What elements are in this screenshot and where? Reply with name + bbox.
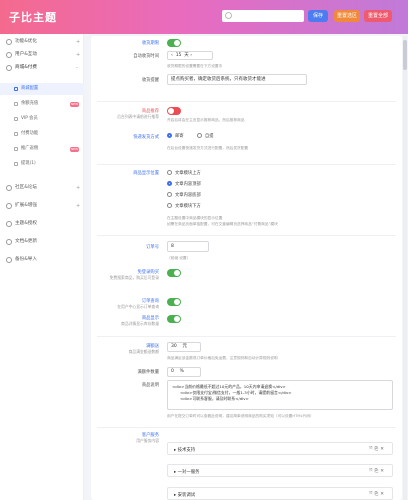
service-title: ▸ 安装调试 (174, 492, 196, 498)
free-shipping-hint: 商品满金额送数额 (128, 349, 159, 354)
shipping-method-label: 快递发货方式 (133, 135, 159, 140)
cart-icon (6, 65, 12, 71)
search-input[interactable] (222, 10, 304, 22)
service-title: ▸ 技术支持 (174, 447, 196, 453)
coin-icon (14, 132, 18, 136)
order-number-desc: （前缀 设置） (167, 256, 191, 260)
stock-display-toggle[interactable] (167, 315, 181, 323)
top-bar: 子比主题 保存 重置选区 重置全部 (0, 0, 408, 34)
service-actions-icon[interactable]: ⤧⎘✕ (369, 446, 386, 452)
position-desc-2: 如需在商品页面单独配置，可在文章编辑页选择商品“付费商品”模块 (167, 222, 278, 226)
scrollbar[interactable] (403, 36, 407, 500)
puzzle-icon (6, 203, 12, 209)
sidebar-item-referral[interactable]: 推广返佣 NEW (0, 143, 84, 155)
stepper-minus[interactable]: ‹ (171, 53, 173, 58)
sidebar-item-balance[interactable]: 余额充值 NEW (0, 98, 84, 110)
service-title: ▸ 一对一服务 (174, 469, 200, 475)
discount-input[interactable]: 0 % (167, 367, 201, 377)
receipt-period-toggle[interactable] (167, 39, 181, 47)
receipt-period-label: 收货期限 (141, 41, 159, 46)
sidebar-item-license[interactable]: 主题&授权 (0, 218, 84, 230)
star-icon (6, 39, 12, 45)
sidebar-item-paid[interactable]: 付费功能 (0, 128, 84, 140)
sidebar-item-docs[interactable]: 文档&更新 (0, 236, 84, 248)
search-icon (225, 12, 232, 19)
settings-icon (14, 87, 18, 91)
order-number-input[interactable]: 8 (167, 241, 209, 252)
receipt-reminder-input[interactable]: 提点购买者，确定收货后系统，只有收货才能进 (167, 74, 307, 85)
position-bottom-radio[interactable]: 文章模块下方 (167, 203, 201, 209)
shipping-pickup-radio[interactable]: 自提 (197, 133, 214, 139)
reset-section-button[interactable]: 重置选区 (334, 10, 360, 22)
sidebar-item-shop[interactable]: 商城&付费 - (0, 62, 84, 74)
crown-icon (14, 117, 18, 121)
guest-buy-toggle[interactable] (167, 269, 181, 277)
description-textarea[interactable]: <div>当前价格最低不超过10元的产品，10天内申请退换</div> <div… (167, 380, 393, 410)
sidebar: 功能&优化 + 用户&互动 + 商城&付费 - 商城配置 余额充值 NEW VIP 会员… (0, 34, 84, 500)
sidebar-item-shop-config[interactable]: 商城配置 (0, 83, 84, 95)
sidebar-item-forum[interactable]: 社区&论坛 + (0, 182, 84, 194)
customer-service-hint: 用户服务内容 (136, 438, 159, 443)
description-desc: 用户在提交订单时可以查看此说明，建议简单说明商品的购买须知（可以设置HTML代码… (167, 414, 314, 418)
scrollbar-thumb[interactable] (403, 40, 407, 70)
shipping-desc: 在后台设置快递发货方式进行配置，然后发货配置 (167, 146, 249, 150)
settings-panel: 收货期限 自动收货时间 ‹ 15 天 › 收货期限的设置需要在下方设置中 收货提… (91, 36, 402, 500)
chat-icon (6, 185, 12, 191)
user-icon (6, 52, 12, 58)
sidebar-item-backup[interactable]: 备份&导入 (0, 254, 84, 266)
stepper-plus[interactable]: › (190, 53, 192, 58)
order-number-label: 订单号 (146, 245, 159, 250)
recommend-toggle[interactable] (167, 107, 181, 115)
position-content-bottom-radio[interactable]: 文章内容底部 (167, 192, 201, 198)
sidebar-item-extend[interactable]: 扩展&增强 + (0, 200, 84, 212)
service-actions-icon[interactable]: ⤧⎘✕ (369, 468, 386, 474)
shipping-mail-radio[interactable]: 邮寄 (167, 133, 184, 139)
auto-receipt-label: 自动收货时间 (133, 54, 159, 59)
order-query-toggle[interactable] (167, 298, 181, 306)
key-icon (6, 221, 12, 227)
guest-buy-hint: 免费搜索商品，购买后可登录 (109, 275, 159, 280)
save-button[interactable]: 保存 (308, 10, 328, 22)
backup-icon (6, 257, 12, 263)
stock-display-hint: 商品详情显示库存数量 (121, 321, 159, 326)
wallet-icon (14, 102, 18, 106)
recommend-desc: 开启后将会在主页显示推荐商品，然后推荐商品 (167, 118, 245, 122)
position-top-radio[interactable]: 文章模块上方 (167, 170, 201, 176)
service-item[interactable]: ▸ 技术支持 ⤧⎘✕ (167, 442, 393, 455)
auto-receipt-stepper[interactable]: ‹ 15 天 › (167, 51, 213, 60)
reset-all-button[interactable]: 重置全部 (364, 10, 392, 22)
free-shipping-desc: 商品满足该金额或订单价格后免运费，注意规则和自动计算规则说明 (167, 356, 278, 360)
order-query-hint: 在用户中心显示订单查询 (117, 304, 159, 309)
position-content-top-radio[interactable]: 文章内容顶部 (167, 181, 201, 187)
service-item[interactable]: ▸ 一对一服务 ⤧⎘✕ (167, 464, 393, 477)
new-badge: NEW (70, 146, 79, 152)
position-desc-1: 在主题设置中商品模块的显示位置 (167, 216, 223, 220)
receipt-reminder-label: 收货提醒 (141, 78, 159, 83)
auto-receipt-desc: 收货期限的设置需要在下方设置中 (167, 64, 223, 68)
free-shipping-input[interactable]: 30 元 (167, 342, 201, 352)
display-position-label: 商品显示位置 (133, 171, 159, 176)
new-badge: NEW (70, 101, 79, 107)
service-actions-icon[interactable]: ⤧⎘✕ (369, 491, 386, 497)
sidebar-item-features[interactable]: 功能&优化 + (0, 36, 84, 48)
discount-label: 满额件数量 (137, 370, 159, 375)
description-label: 商品说明 (141, 383, 159, 388)
share-icon (14, 147, 18, 151)
sidebar-item-users[interactable]: 用户&互动 + (0, 49, 84, 61)
recommend-hint: 后台列表中请前进行推荐 (117, 114, 159, 119)
sidebar-item-withdraw[interactable]: 提现(1) (0, 158, 84, 170)
service-item[interactable]: ▸ 安装调试 ⤧⎘✕ (167, 487, 393, 500)
bank-icon (14, 162, 18, 166)
doc-icon (6, 239, 12, 245)
brand-title: 子比主题 (9, 11, 57, 24)
sidebar-item-vip[interactable]: VIP 会员 (0, 113, 84, 125)
